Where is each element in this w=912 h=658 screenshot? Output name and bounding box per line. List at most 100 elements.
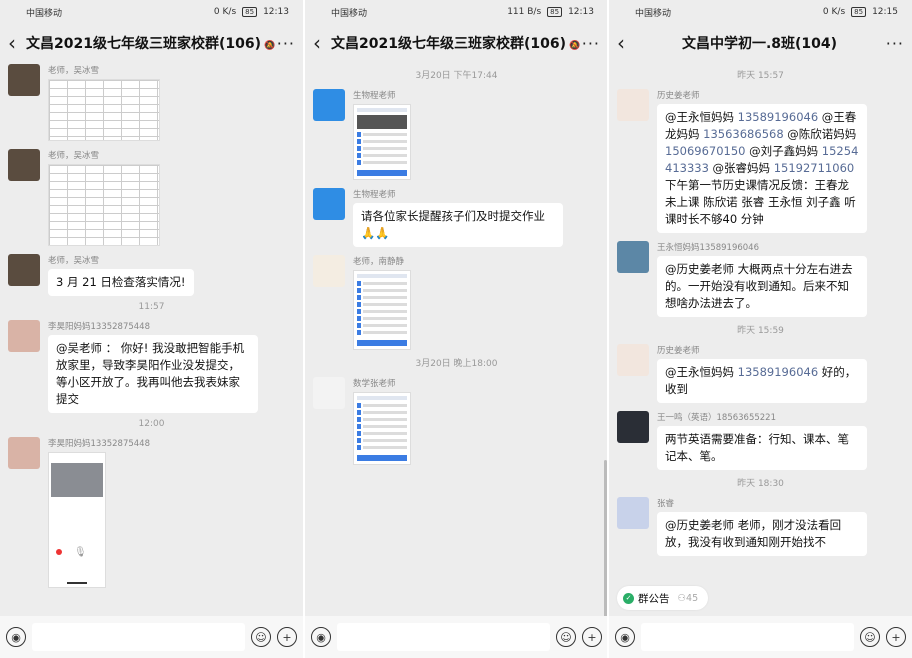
- avatar[interactable]: [313, 89, 345, 121]
- more-icon[interactable]: ···: [882, 34, 904, 53]
- input-bar: ◉ ☺ +: [0, 616, 303, 658]
- sender-name: 李昊阳妈妈13352875448: [48, 322, 150, 332]
- message-row: 数学张老师: [305, 375, 608, 465]
- more-icon[interactable]: ···: [275, 34, 295, 53]
- message-body: 王永恒妈妈13589196046 @历史姜老师 大概两点十分左右进去的。一开始没…: [657, 241, 904, 317]
- text-bubble[interactable]: @王永恒妈妈 13589196046 @王春龙妈妈 13563686568 @陈…: [657, 104, 867, 233]
- mention-text: @张睿妈妈: [708, 161, 774, 175]
- back-arrow-icon[interactable]: ‹: [8, 33, 26, 53]
- thumb-button: [357, 170, 407, 176]
- text-bubble[interactable]: @历史姜老师 大概两点十分左右进去的。一开始没有收到通知。后来不知想啥办法进去了…: [657, 256, 867, 317]
- thumb-line: [357, 281, 407, 286]
- back-arrow-icon[interactable]: ‹: [617, 33, 637, 53]
- message-row: 张睿 @历史姜老师 老师，刚才没法看回放，我没有收到通知刚开始找不: [609, 495, 912, 556]
- plus-icon[interactable]: +: [582, 627, 602, 647]
- phone-link[interactable]: 13589196046: [738, 365, 818, 379]
- more-icon[interactable]: ···: [580, 34, 600, 53]
- thumb-line: [357, 410, 407, 415]
- message-body: 老师，吴冰雪: [48, 149, 295, 246]
- thumb-line: [357, 288, 407, 293]
- member-count-value: 45: [686, 592, 699, 604]
- phone-link[interactable]: 15192711060: [774, 161, 854, 175]
- avatar[interactable]: [8, 320, 40, 352]
- video-call-screenshot[interactable]: 🎙: [48, 452, 106, 588]
- avatar[interactable]: [8, 254, 40, 286]
- thumb-line: [357, 160, 407, 165]
- image-thumbnail[interactable]: [353, 392, 411, 465]
- timestamp: 昨天 18:30: [737, 479, 784, 489]
- emoji-icon[interactable]: ☺: [556, 627, 576, 647]
- message-row: 老师，吴冰雪: [0, 62, 303, 141]
- avatar[interactable]: [617, 241, 649, 273]
- title-bar: ‹ 文昌2021级七年级三班家校群(106) 🔕 ···: [305, 26, 608, 60]
- text-bubble[interactable]: 请各位家长提醒孩子们及时提交作业🙏🙏: [353, 203, 563, 247]
- text-bubble[interactable]: @王永恒妈妈 13589196046 好的，收到: [657, 359, 867, 403]
- group-notice-button[interactable]: ✓ 群公告 ⚇45: [617, 586, 709, 610]
- voice-icon[interactable]: ◉: [6, 627, 26, 647]
- message-input[interactable]: [337, 623, 550, 651]
- timestamp: 11:57: [138, 302, 165, 312]
- text-bubble[interactable]: 两节英语需要准备：行知、课本、笔记本、笔。: [657, 426, 867, 470]
- message-row: 王永恒妈妈13589196046 @历史姜老师 大概两点十分左右进去的。一开始没…: [609, 239, 912, 317]
- image-thumbnail[interactable]: [353, 104, 411, 180]
- network-speed: 0 K/s: [822, 7, 846, 17]
- thumb-line: [357, 295, 407, 300]
- phone-link[interactable]: 15069670150: [665, 144, 745, 158]
- sender-name: 数学张老师: [353, 379, 396, 389]
- voice-icon[interactable]: ◉: [311, 627, 331, 647]
- title-bar: ‹ 文昌2021级七年级三班家校群(106) 🔕 ···: [0, 26, 303, 60]
- avatar[interactable]: [617, 497, 649, 529]
- phone-link[interactable]: 13563686568: [703, 127, 783, 141]
- avatar[interactable]: [313, 377, 345, 409]
- title-bar: ‹ 文昌中学初一.8班(104) ···: [609, 26, 912, 60]
- text-bubble[interactable]: @历史姜老师 老师，刚才没法看回放，我没有收到通知刚开始找不: [657, 512, 867, 556]
- thumb-header: [357, 396, 407, 400]
- emoji-icon[interactable]: ☺: [251, 627, 271, 647]
- thumb-line: [357, 330, 407, 335]
- input-bar: ◉ ☺ +: [305, 616, 608, 658]
- sender-name: 王一鸣（英语）18563655221: [657, 413, 776, 423]
- avatar[interactable]: [8, 149, 40, 181]
- message-list[interactable]: 老师，吴冰雪 老师，吴冰雪 老师，吴冰雪 3 月 21 日检查落实情况! 11:…: [0, 62, 303, 616]
- message-body: 老师，吴冰雪 3 月 21 日检查落实情况!: [48, 254, 295, 296]
- sender-name: 历史姜老师: [657, 91, 700, 101]
- message-input[interactable]: [32, 623, 245, 651]
- avatar[interactable]: [617, 344, 649, 376]
- battery-icon: 85: [851, 7, 867, 17]
- notice-label: 群公告: [638, 592, 670, 605]
- image-thumbnail[interactable]: [353, 270, 411, 350]
- image-thumbnail[interactable]: [48, 79, 160, 141]
- mute-icon: 🔕: [568, 41, 581, 51]
- chat-title-text: 文昌2021级七年级三班家校群(106): [25, 36, 261, 52]
- timestamp: 昨天 15:59: [737, 326, 784, 336]
- plus-icon[interactable]: +: [277, 627, 297, 647]
- avatar[interactable]: [8, 64, 40, 96]
- notice-icon: ✓: [623, 592, 634, 604]
- image-thumbnail[interactable]: [48, 164, 160, 246]
- avatar[interactable]: [313, 188, 345, 220]
- text-bubble[interactable]: @吴老师 ： 你好! 我没敢把智能手机放家里，导致李昊阳作业没发提交，等小区开放…: [48, 335, 258, 413]
- message-row: 李昊阳妈妈13352875448 🎙: [0, 435, 303, 588]
- mention-text: @陈欣诺妈妈: [783, 127, 857, 141]
- message-list[interactable]: 昨天 15:57 历史姜老师 @王永恒妈妈 13589196046 @王春龙妈妈…: [609, 62, 912, 616]
- mention-text: @王永恒妈妈: [665, 365, 738, 379]
- plus-icon[interactable]: +: [886, 627, 906, 647]
- battery-icon: 85: [547, 7, 563, 17]
- avatar[interactable]: [617, 411, 649, 443]
- voice-icon[interactable]: ◉: [615, 627, 635, 647]
- sender-name: 李昊阳妈妈13352875448: [48, 439, 150, 449]
- phone-link[interactable]: 13589196046: [738, 110, 818, 124]
- thumb-image: [357, 115, 407, 129]
- thumb-header: [357, 108, 407, 112]
- mention-text: @刘子鑫妈妈: [745, 144, 822, 158]
- text-bubble[interactable]: 3 月 21 日检查落实情况!: [48, 269, 194, 296]
- emoji-icon[interactable]: ☺: [860, 627, 880, 647]
- avatar[interactable]: [8, 437, 40, 469]
- avatar[interactable]: [617, 89, 649, 121]
- avatar[interactable]: [313, 255, 345, 287]
- thumb-line: [357, 323, 407, 328]
- message-input[interactable]: [641, 623, 854, 651]
- back-arrow-icon[interactable]: ‹: [313, 33, 331, 53]
- message-row: 老师，吴冰雪: [0, 147, 303, 246]
- message-list[interactable]: 3月20日 下午17:44 生物程老师 生物程老师 请各位家长提醒孩子们及时提交…: [305, 62, 608, 616]
